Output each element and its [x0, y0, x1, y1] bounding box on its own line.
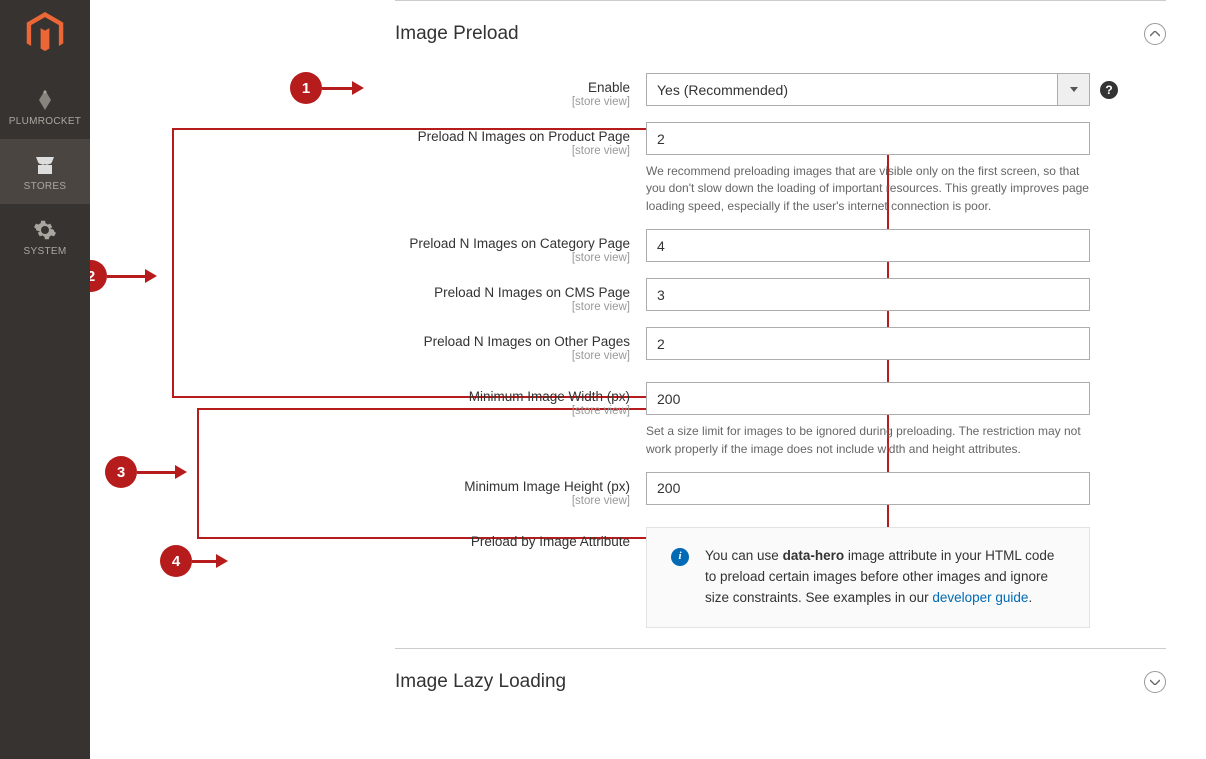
info-panel: i You can use data-hero image attribute … [646, 527, 1090, 628]
field-scope: [store view] [395, 301, 630, 313]
enable-select[interactable]: Yes (Recommended) [646, 73, 1090, 106]
field-label: Preload N Images on CMS Page [434, 285, 630, 300]
nav-label: STORES [0, 181, 90, 192]
chevron-down-icon [1057, 74, 1089, 105]
admin-sidebar: PLUMROCKET STORES SYSTEM [0, 0, 90, 759]
help-text: We recommend preloading images that are … [646, 163, 1090, 215]
row-cms-page: Preload N Images on CMS Page [store view… [395, 278, 1166, 313]
row-min-height: Minimum Image Height (px) [store view] [395, 472, 1166, 507]
field-scope: [store view] [395, 252, 630, 264]
plumrocket-icon [33, 88, 57, 112]
section-title: Image Preload [395, 23, 519, 45]
main-content: 1 2 3 4 Image Preload Enable [store view… [90, 0, 1206, 759]
help-icon[interactable]: ? [1100, 81, 1118, 99]
section-image-preload-header[interactable]: Image Preload [395, 0, 1166, 63]
stores-icon [33, 153, 57, 177]
row-attribute: Preload by Image Attribute i You can use… [395, 527, 1166, 628]
field-label: Preload by Image Attribute [471, 534, 630, 549]
field-label: Minimum Image Width (px) [469, 389, 630, 404]
min-height-input[interactable] [646, 472, 1090, 505]
row-min-width: Minimum Image Width (px) [store view] Se… [395, 382, 1166, 458]
row-category-page: Preload N Images on Category Page [store… [395, 229, 1166, 264]
annotation-number: 3 [105, 456, 137, 488]
nav-stores[interactable]: STORES [0, 139, 90, 204]
annotation-1: 1 [290, 72, 364, 104]
field-scope: [store view] [395, 495, 630, 507]
field-label: Enable [588, 80, 630, 95]
annotation-4: 4 [160, 545, 228, 577]
category-images-input[interactable] [646, 229, 1090, 262]
help-text: Set a size limit for images to be ignore… [646, 423, 1090, 458]
field-label: Preload N Images on Other Pages [424, 334, 630, 349]
section-title: Image Lazy Loading [395, 671, 566, 693]
section-lazy-loading-header[interactable]: Image Lazy Loading [395, 648, 1166, 711]
field-scope: [store view] [395, 145, 630, 157]
field-scope: [store view] [395, 405, 630, 417]
annotation-number: 4 [160, 545, 192, 577]
annotation-number: 1 [290, 72, 322, 104]
info-text: You can use data-hero image attribute in… [705, 546, 1065, 609]
field-scope: [store view] [395, 96, 630, 108]
nav-label: SYSTEM [0, 246, 90, 257]
field-label: Preload N Images on Category Page [409, 236, 630, 251]
annotation-number: 2 [90, 260, 107, 292]
info-icon: i [671, 548, 689, 566]
field-label: Preload N Images on Product Page [418, 129, 630, 144]
nav-label: PLUMROCKET [0, 116, 90, 127]
row-other-pages: Preload N Images on Other Pages [store v… [395, 327, 1166, 362]
info-text-bold: data-hero [783, 548, 845, 563]
annotation-3: 3 [105, 456, 187, 488]
nav-system[interactable]: SYSTEM [0, 204, 90, 269]
cms-images-input[interactable] [646, 278, 1090, 311]
collapse-icon[interactable] [1144, 23, 1166, 45]
info-text-part: . [1028, 590, 1032, 605]
developer-guide-link[interactable]: developer guide [932, 590, 1028, 605]
nav-plumrocket[interactable]: PLUMROCKET [0, 74, 90, 139]
select-value: Yes (Recommended) [647, 82, 1057, 98]
other-images-input[interactable] [646, 327, 1090, 360]
product-images-input[interactable] [646, 122, 1090, 155]
row-enable: Enable [store view] Yes (Recommended) ? [395, 73, 1166, 108]
info-text-part: You can use [705, 548, 783, 563]
min-width-input[interactable] [646, 382, 1090, 415]
expand-icon[interactable] [1144, 671, 1166, 693]
row-product-page: Preload N Images on Product Page [store … [395, 122, 1166, 215]
annotation-2: 2 [90, 260, 157, 292]
magento-logo-icon [26, 12, 64, 54]
field-scope: [store view] [395, 350, 630, 362]
gear-icon [33, 218, 57, 242]
field-label: Minimum Image Height (px) [464, 479, 630, 494]
